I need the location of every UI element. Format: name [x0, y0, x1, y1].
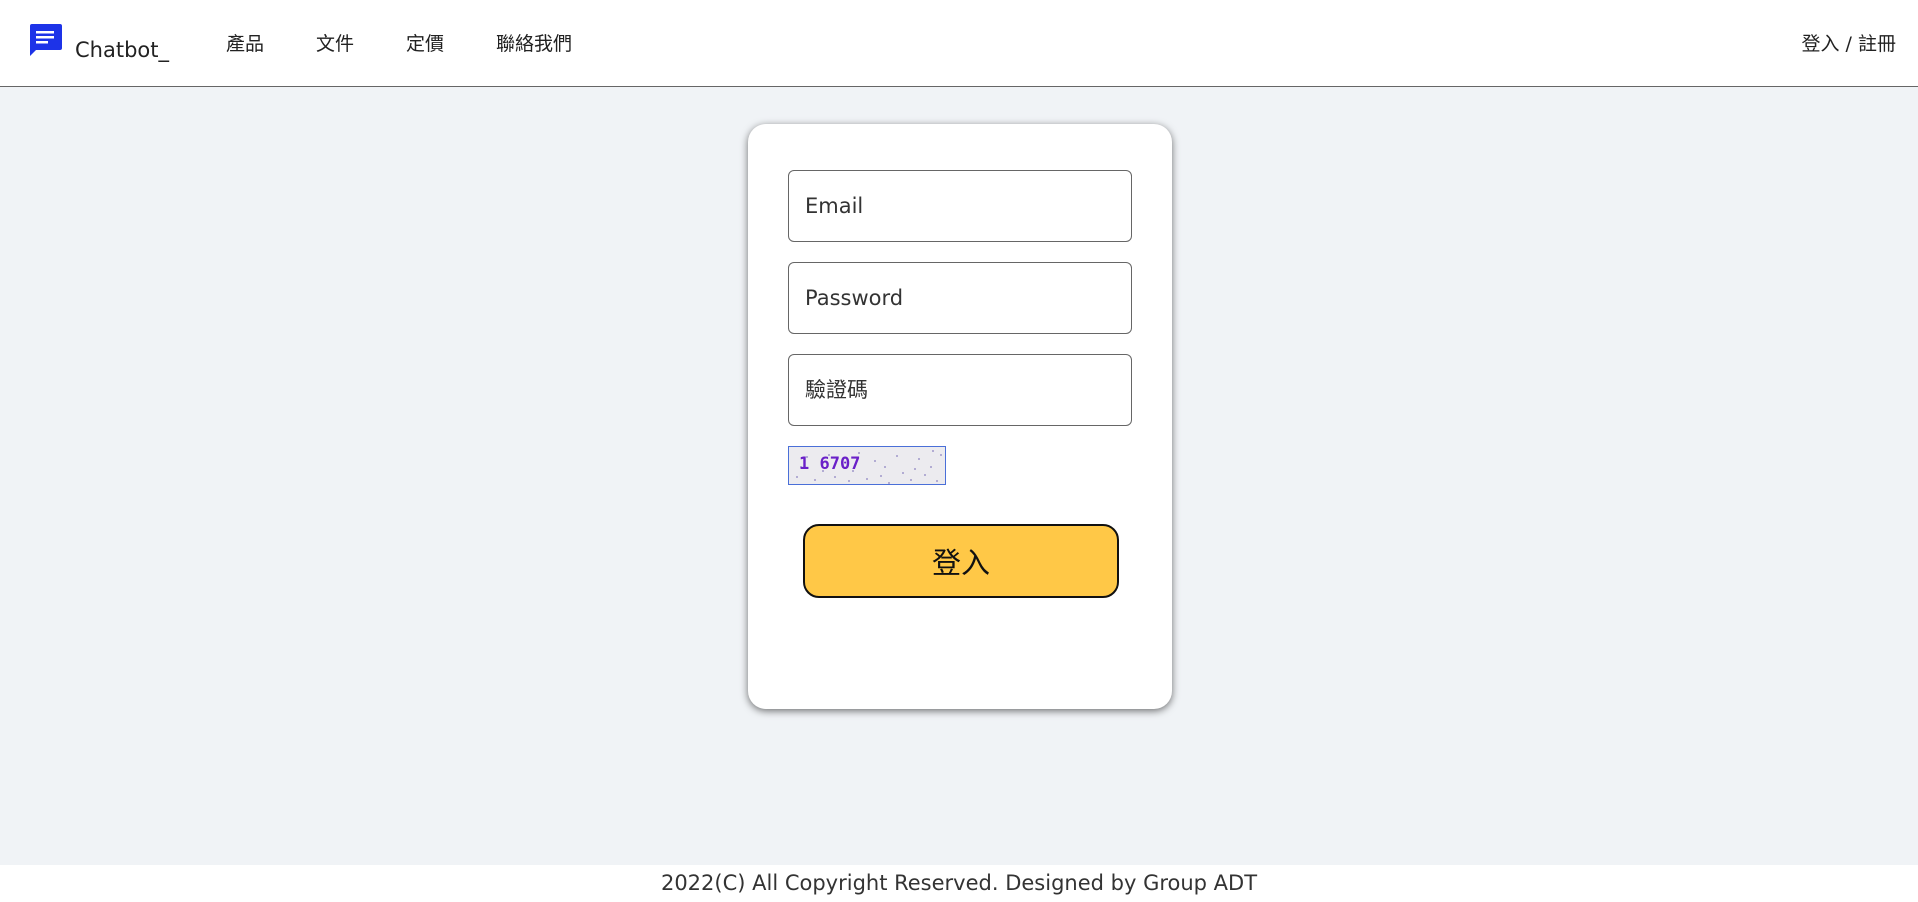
top-navbar: Chatbot_ 產品 文件 定價 聯絡我們 登入 / 註冊: [0, 0, 1918, 87]
captcha-image[interactable]: 1 6707: [788, 446, 946, 485]
nav-item-contact[interactable]: 聯絡我們: [496, 29, 572, 56]
login-button[interactable]: 登入: [803, 524, 1119, 598]
brand-name[interactable]: Chatbot_: [75, 38, 169, 62]
login-register-link[interactable]: 登入 / 註冊: [1802, 29, 1896, 56]
nav-item-docs[interactable]: 文件: [316, 29, 354, 56]
footer-copyright: 2022(C) All Copyright Reserved. Designed…: [660, 871, 1258, 895]
nav-item-products[interactable]: 產品: [226, 29, 264, 56]
nav-item-pricing[interactable]: 定價: [406, 29, 444, 56]
email-field[interactable]: [788, 170, 1132, 242]
login-card: 1 6707 登入: [748, 124, 1172, 709]
password-field[interactable]: [788, 262, 1132, 334]
footer: 2022(C) All Copyright Reserved. Designed…: [0, 865, 1918, 902]
captcha-field[interactable]: [788, 354, 1132, 426]
captcha-text: 1 6707: [799, 454, 860, 474]
chat-message-icon[interactable]: [27, 22, 63, 58]
